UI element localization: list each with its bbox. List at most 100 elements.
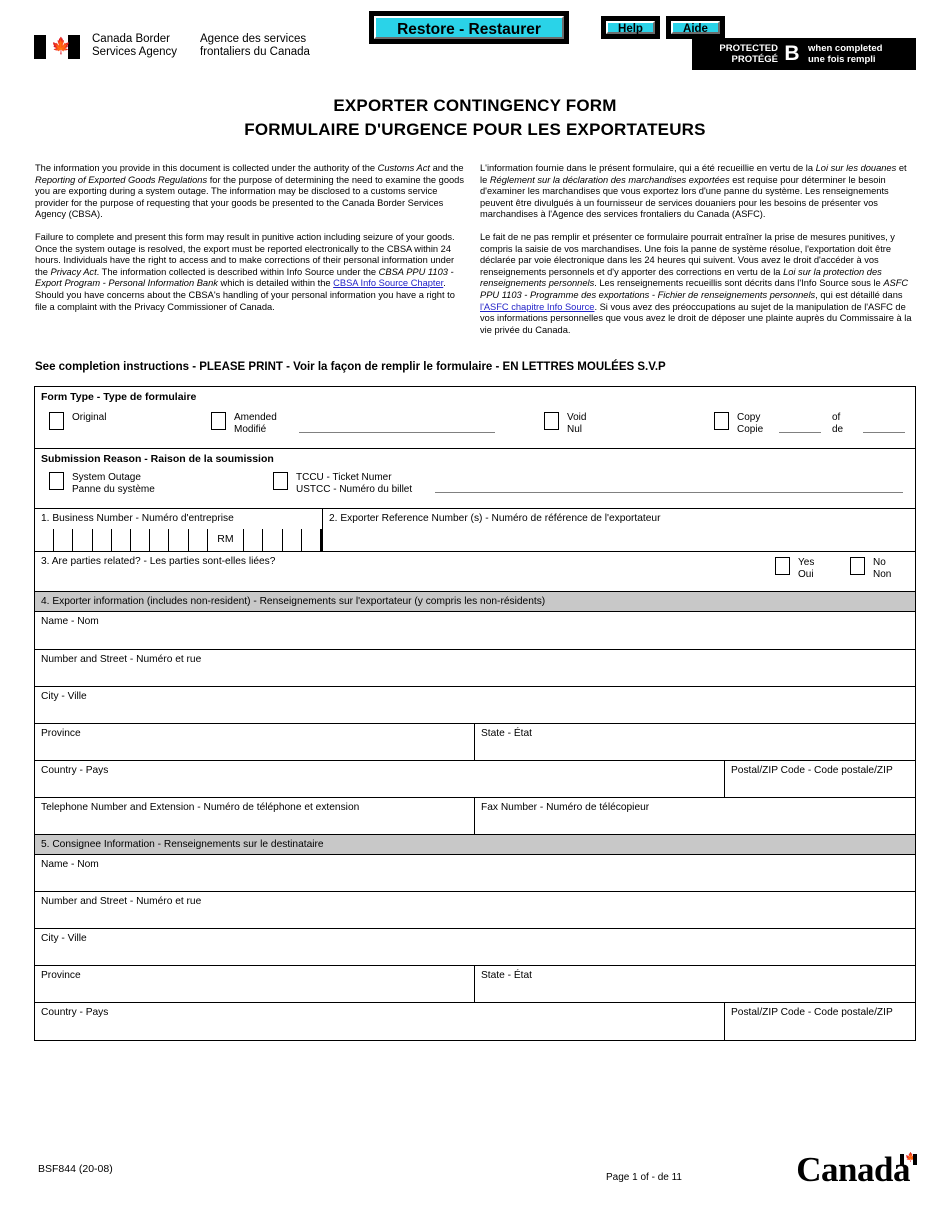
business-number-suffix-digit[interactable]	[283, 529, 302, 551]
parties-related-yes-checkbox[interactable]	[775, 557, 790, 575]
exporter-state-cell[interactable]: State - État	[475, 724, 915, 760]
consignee-province-cell[interactable]: Province	[35, 966, 475, 1002]
amended-checkbox-group[interactable]: Amended Modifié	[211, 412, 277, 435]
restore-button-label: Restore - Restaurer	[374, 16, 564, 39]
system-outage-label-en: System Outage	[72, 472, 141, 483]
cbsa-info-source-link[interactable]: CBSA Info Source Chapter	[333, 278, 443, 288]
consignee-postal-label: Postal/ZIP Code - Code postale/ZIP	[731, 1007, 893, 1018]
business-number-input[interactable]: RM	[35, 529, 322, 551]
business-number-digit[interactable]	[131, 529, 151, 551]
aide-button[interactable]: Aide	[666, 16, 725, 39]
system-outage-checkbox-group[interactable]: System Outage Panne du système	[49, 472, 155, 495]
business-number-digit[interactable]	[112, 529, 131, 551]
protected-label: PROTECTED PROTÉGÉ	[692, 43, 778, 65]
original-checkbox[interactable]	[49, 412, 64, 430]
business-number-suffix-digit[interactable]	[302, 529, 321, 551]
text-run-italic: Customs Act	[377, 163, 430, 173]
agency-name-en: Canada Border Services Agency	[92, 33, 200, 59]
yes-label: Yes Oui	[798, 557, 814, 580]
canada-flag-small-icon: 🍁	[900, 1153, 917, 1165]
amended-label-fr: Modifié	[234, 423, 267, 435]
ticket-number-label-fr: USTCC - Numéro du billet	[296, 483, 413, 495]
help-button[interactable]: Help	[601, 16, 660, 39]
copy-total-input-line[interactable]	[863, 432, 905, 433]
text-run: . Les renseignements recueillis sont déc…	[594, 278, 884, 289]
no-label-en: No	[873, 557, 886, 568]
copy-of-label-fr: de	[832, 423, 844, 435]
parties-related-yes-group[interactable]: Yes Oui	[775, 557, 814, 580]
business-number-suffix-digit[interactable]	[244, 529, 264, 551]
parties-related-no-group[interactable]: No Non	[850, 557, 891, 580]
ticket-number-input-line[interactable]	[435, 492, 903, 493]
void-checkbox[interactable]	[544, 412, 559, 430]
exporter-reference-cell[interactable]: 2. Exporter Reference Number (s) - Numér…	[323, 509, 915, 551]
business-number-digit[interactable]	[54, 529, 74, 551]
protected-label-fr: PROTÉGÉ	[731, 54, 778, 65]
exporter-country-label: Country - Pays	[41, 765, 109, 776]
exporter-telephone-fax-row: Telephone Number and Extension - Numéro …	[35, 798, 915, 835]
page-title-en: EXPORTER CONTINGENCY FORM	[333, 96, 617, 115]
business-number-digit[interactable]	[73, 529, 93, 551]
copy-label: Copy Copie	[737, 412, 763, 435]
amended-label-en: Amended	[234, 412, 277, 423]
copy-number-input-line[interactable]	[779, 432, 821, 433]
business-number-digit[interactable]	[150, 529, 170, 551]
original-checkbox-group[interactable]: Original	[49, 412, 106, 430]
canada-wordmark: Canada 🍁	[796, 1150, 917, 1190]
aide-button-label: Aide	[671, 21, 720, 35]
amended-input-line[interactable]	[299, 432, 495, 433]
parties-related-no-checkbox[interactable]	[850, 557, 865, 575]
consignee-state-cell[interactable]: State - État	[475, 966, 915, 1002]
protected-note-en: when completed	[808, 43, 883, 54]
copy-label-fr: Copie	[737, 423, 764, 435]
privacy-notice-fr-p1: L'information fournie dans le présent fo…	[480, 163, 916, 221]
submission-reason-heading: Submission Reason - Raison de la soumiss…	[41, 453, 274, 465]
protected-note-fr: une fois rempli	[808, 54, 876, 65]
consignee-street-label: Number and Street - Numéro et rue	[41, 896, 202, 907]
consignee-name-row[interactable]: Name - Nom	[35, 855, 915, 892]
business-number-digit[interactable]	[189, 529, 208, 551]
agency-name-fr-line2: frontaliers du Canada	[200, 46, 310, 58]
consignee-province-state-row: Province State - État	[35, 966, 915, 1003]
asfc-info-source-link[interactable]: l'ASFC chapitre Info Source	[480, 302, 594, 312]
section4-heading: 4. Exporter information (includes non-re…	[41, 596, 546, 607]
help-button-label: Help	[606, 21, 655, 35]
exporter-fax-cell[interactable]: Fax Number - Numéro de télécopieur	[475, 798, 915, 834]
business-number-digit[interactable]	[93, 529, 112, 551]
amended-checkbox[interactable]	[211, 412, 226, 430]
copy-checkbox-group[interactable]: Copy Copie	[714, 412, 763, 435]
ticket-number-checkbox-group[interactable]: TCCU - Ticket Numer USTCC - Numéro du bi…	[273, 472, 412, 495]
copy-checkbox[interactable]	[714, 412, 729, 430]
page-header: 🍁 Canada Border Services Agency Agence d…	[0, 0, 950, 80]
consignee-country-cell[interactable]: Country - Pays	[35, 1003, 725, 1040]
restore-button[interactable]: Restore - Restaurer	[369, 11, 569, 44]
exporter-telephone-label: Telephone Number and Extension - Numéro …	[41, 802, 360, 813]
consignee-street-row[interactable]: Number and Street - Numéro et rue	[35, 892, 915, 929]
exporter-fax-label: Fax Number - Numéro de télécopieur	[481, 802, 650, 813]
void-label-en: Void	[567, 412, 587, 423]
exporter-postal-cell[interactable]: Postal/ZIP Code - Code postale/ZIP	[725, 761, 915, 797]
system-outage-checkbox[interactable]	[49, 472, 64, 490]
consignee-postal-cell[interactable]: Postal/ZIP Code - Code postale/ZIP	[725, 1003, 915, 1040]
text-run-italic: Reporting of Exported Goods Regulations	[35, 174, 208, 185]
business-number-suffix-digit[interactable]	[263, 529, 283, 551]
exporter-country-cell[interactable]: Country - Pays	[35, 761, 725, 797]
exporter-city-row[interactable]: City - Ville	[35, 687, 915, 724]
page-number: Page 1 of - de 11	[606, 1172, 682, 1183]
business-number-digit[interactable]	[35, 529, 55, 551]
form-code: BSF844 (20-08)	[38, 1163, 113, 1175]
exporter-province-cell[interactable]: Province	[35, 724, 475, 760]
exporter-name-row[interactable]: Name - Nom	[35, 612, 915, 650]
ticket-number-checkbox[interactable]	[273, 472, 288, 490]
void-checkbox-group[interactable]: Void Nul	[544, 412, 586, 435]
business-number-digit[interactable]	[169, 529, 189, 551]
exporter-reference-input[interactable]	[323, 524, 915, 551]
consignee-city-row[interactable]: City - Ville	[35, 929, 915, 966]
text-run: which is detailed within the	[217, 278, 334, 289]
privacy-notice-en-p2: Failure to complete and present this for…	[35, 232, 467, 313]
consignee-country-postal-row: Country - Pays Postal/ZIP Code - Code po…	[35, 1003, 915, 1040]
exporter-telephone-cell[interactable]: Telephone Number and Extension - Numéro …	[35, 798, 475, 834]
text-run: L'information fournie dans le présent fo…	[480, 163, 816, 173]
exporter-street-row[interactable]: Number and Street - Numéro et rue	[35, 650, 915, 687]
cbsa-wordmark: 🍁 Canada Border Services Agency Agence d…	[34, 33, 340, 59]
